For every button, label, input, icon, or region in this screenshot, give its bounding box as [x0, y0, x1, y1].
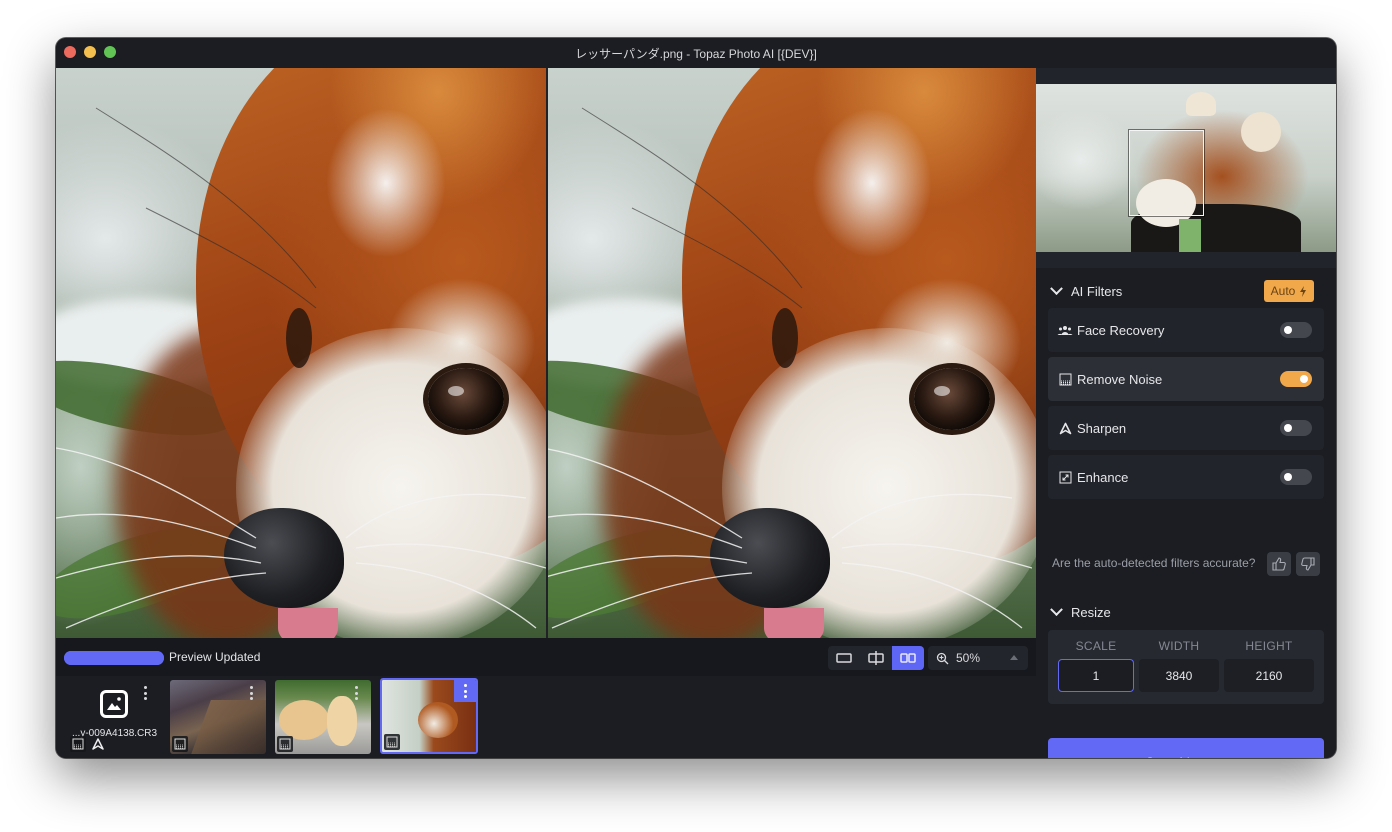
height-column: HEIGHT 2160: [1224, 630, 1314, 692]
zoom-level: 50%: [956, 651, 981, 665]
filmstrip-item[interactable]: ...y-009A4138.CR3: [64, 680, 160, 754]
scale-column: SCALE 1: [1058, 630, 1134, 692]
lightning-icon: [1300, 285, 1307, 297]
split-view-icon: [868, 651, 884, 665]
zoom-in-icon: [936, 652, 948, 664]
chevron-down-icon: [1050, 282, 1063, 296]
right-sidebar: AI Filters Auto Face Recovery Remove Noi…: [1036, 68, 1336, 758]
resize-section-header[interactable]: Resize: [1050, 603, 1111, 620]
processed-preview-pane[interactable]: [548, 68, 1036, 638]
side-by-side-icon: [900, 653, 916, 663]
filter-label: Enhance: [1077, 469, 1129, 485]
chevron-down-icon: [1050, 603, 1063, 617]
face-recovery-icon: [1057, 322, 1073, 338]
sharpen-icon: [1057, 420, 1073, 436]
ai-filters-header[interactable]: AI Filters: [1050, 282, 1123, 299]
remove-noise-icon: [172, 736, 188, 752]
title-bar: レッサーパンダ.png - Topaz Photo AI [{DEV}]: [56, 38, 1336, 68]
filter-sharpen[interactable]: Sharpen: [1048, 406, 1324, 450]
navigator-preview[interactable]: [1036, 84, 1336, 252]
window-title: レッサーパンダ.png - Topaz Photo AI [{DEV}]: [575, 46, 817, 61]
width-label: WIDTH: [1158, 639, 1200, 653]
auto-button[interactable]: Auto: [1264, 280, 1314, 302]
split-view-button[interactable]: [860, 646, 892, 670]
item-menu-button[interactable]: [244, 684, 258, 702]
item-menu-button[interactable]: [454, 680, 476, 702]
navigator-viewport-box[interactable]: [1129, 130, 1204, 216]
height-input[interactable]: 2160: [1224, 659, 1314, 692]
item-menu-button[interactable]: [138, 684, 152, 702]
remove-noise-icon: [277, 736, 293, 752]
enhance-toggle[interactable]: [1280, 469, 1312, 485]
sharpen-icon: [90, 736, 106, 752]
progress-fill: [64, 651, 164, 665]
thumbs-up-icon: [1272, 557, 1286, 571]
filmstrip-item[interactable]: [275, 680, 371, 754]
thumbs-up-button[interactable]: [1267, 552, 1291, 576]
filter-label: Remove Noise: [1077, 371, 1163, 387]
remove-noise-icon: [384, 734, 400, 750]
filter-enhance[interactable]: Enhance: [1048, 455, 1324, 499]
preview-status-label: Preview Updated: [169, 650, 261, 664]
width-column: WIDTH 3840: [1139, 630, 1219, 692]
app-window: レッサーパンダ.png - Topaz Photo AI [{DEV}] Pre…: [56, 38, 1336, 758]
maximize-window-button[interactable]: [104, 46, 116, 58]
viewer-toolbar: Preview Updated 50%: [56, 638, 1036, 676]
filter-remove-noise[interactable]: Remove Noise: [1048, 357, 1324, 401]
item-menu-button[interactable]: [349, 684, 363, 702]
scale-input[interactable]: 1: [1058, 659, 1134, 692]
single-view-button[interactable]: [828, 646, 860, 670]
red-panda-photo-processed: [548, 68, 1036, 638]
traffic-lights: [64, 46, 116, 58]
image-placeholder-icon: [100, 690, 128, 718]
resize-title: Resize: [1071, 605, 1111, 620]
red-panda-photo: [56, 68, 546, 638]
preview-progress-bar: [64, 651, 164, 665]
filter-label: Face Recovery: [1077, 322, 1165, 338]
filmstrip-item[interactable]: [170, 680, 266, 754]
remove-noise-icon: [70, 736, 86, 752]
close-window-button[interactable]: [64, 46, 76, 58]
remove-noise-toggle[interactable]: [1280, 371, 1312, 387]
side-by-side-view-button[interactable]: [892, 646, 924, 670]
filter-label: Sharpen: [1077, 420, 1127, 436]
enhance-icon: [1057, 469, 1073, 485]
auto-label: Auto: [1270, 284, 1296, 298]
zoom-menu-caret-icon[interactable]: [1010, 655, 1018, 660]
filmstrip-item-selected[interactable]: [380, 678, 478, 754]
remove-noise-icon: [1057, 371, 1073, 387]
sharpen-toggle[interactable]: [1280, 420, 1312, 436]
image-viewer[interactable]: [56, 68, 1036, 638]
single-view-icon: [836, 653, 852, 663]
scale-label: SCALE: [1075, 639, 1117, 653]
filmstrip: ...y-009A4138.CR3: [56, 676, 1036, 758]
face-recovery-toggle[interactable]: [1280, 322, 1312, 338]
view-mode-switcher: [828, 646, 924, 670]
ai-filters-title: AI Filters: [1071, 284, 1123, 299]
save-images-button[interactable]: Save 4 Images: [1048, 738, 1324, 758]
resize-panel: SCALE 1 WIDTH 3840 HEIGHT 2160: [1048, 630, 1324, 704]
filter-face-recovery[interactable]: Face Recovery: [1048, 308, 1324, 352]
width-input[interactable]: 3840: [1139, 659, 1219, 692]
height-label: HEIGHT: [1245, 639, 1293, 653]
minimize-window-button[interactable]: [84, 46, 96, 58]
zoom-control[interactable]: 50%: [928, 646, 1028, 670]
filter-feedback-question: Are the auto-detected filters accurate?: [1052, 556, 1256, 570]
thumbs-down-icon: [1301, 557, 1315, 571]
thumbs-down-button[interactable]: [1296, 552, 1320, 576]
original-preview-pane[interactable]: [56, 68, 546, 638]
